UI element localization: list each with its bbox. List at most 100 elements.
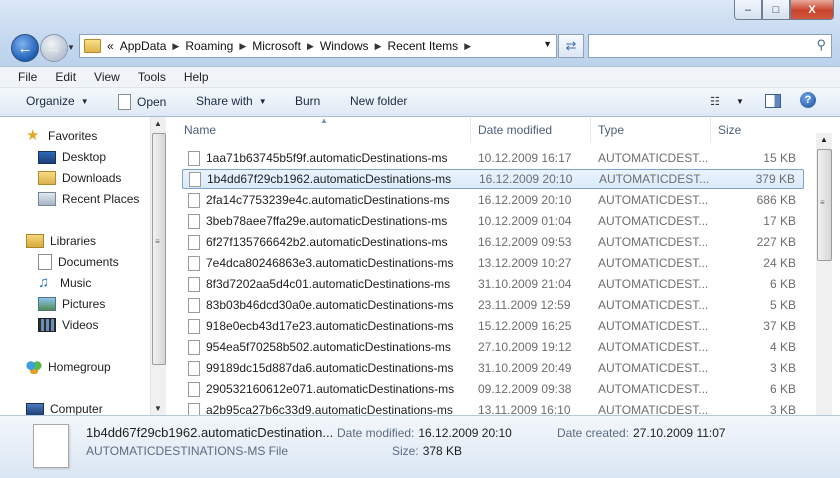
file-size: 4 KB	[769, 340, 796, 354]
file-size: 5 KB	[769, 298, 796, 312]
breadcrumb-roaming[interactable]: Roaming	[185, 39, 233, 53]
table-row[interactable]: 7e4dca80246863e3.automaticDestinations-m…	[182, 253, 804, 273]
breadcrumb-windows[interactable]: Windows	[320, 39, 369, 53]
navigation-pane: ★ Favorites Desktop Downloads Recent Plac…	[0, 117, 150, 416]
computer-icon	[26, 402, 44, 416]
breadcrumb-chevron-icon[interactable]: ▶	[464, 41, 471, 52]
column-header-size[interactable]: Size	[718, 117, 808, 143]
recent-pages-dropdown[interactable]: ▼	[67, 43, 75, 52]
breadcrumb-overflow[interactable]: «	[107, 39, 114, 53]
view-options-icon[interactable]: ☷	[710, 95, 720, 108]
help-icon[interactable]: ?	[800, 92, 816, 108]
file-icon	[188, 192, 200, 208]
nav-downloads-label: Downloads	[62, 171, 122, 185]
burn-button[interactable]: Burn	[295, 94, 320, 108]
new-folder-button[interactable]: New folder	[350, 94, 407, 108]
menu-help[interactable]: Help	[184, 70, 209, 84]
details-pane: 1b4dd67f29cb1962.automaticDestination...…	[0, 415, 840, 478]
documents-icon	[38, 254, 52, 270]
table-row[interactable]: 6f27f135766642b2.automaticDestinations-m…	[182, 232, 804, 252]
navigation-scroll-thumb[interactable]	[152, 133, 166, 365]
menu-view[interactable]: View	[94, 70, 120, 84]
details-file-type: AUTOMATICDESTINATIONS-MS File	[86, 444, 289, 458]
breadcrumb-chevron-icon[interactable]: ▶	[172, 41, 179, 52]
view-options-dropdown-icon[interactable]: ▼	[736, 97, 744, 106]
videos-icon	[38, 318, 56, 332]
homegroup-icon	[26, 360, 42, 374]
breadcrumb-chevron-icon[interactable]: ▶	[375, 41, 382, 52]
nav-homegroup[interactable]: Homegroup	[26, 357, 111, 377]
forward-button[interactable]: →	[40, 34, 68, 62]
breadcrumb-chevron-icon[interactable]: ▶	[307, 41, 314, 52]
scroll-up-icon[interactable]: ▲	[820, 135, 828, 144]
nav-recent-places[interactable]: Recent Places	[38, 189, 139, 209]
column-date-label: Date modified	[478, 123, 553, 137]
table-row[interactable]: 290532160612e071.automaticDestinations-m…	[182, 379, 804, 399]
table-row[interactable]: 954ea5f70258b502.automaticDestinations-m…	[182, 337, 804, 357]
nav-favorites-label: Favorites	[48, 129, 98, 143]
scroll-down-icon[interactable]: ▼	[154, 404, 162, 413]
preview-pane-icon[interactable]	[765, 94, 781, 108]
sort-ascending-icon: ▲	[320, 116, 328, 125]
downloads-folder-icon	[38, 171, 56, 185]
details-size-label: Size:	[392, 444, 419, 458]
file-list-scrollbar[interactable]: ▲ ≡	[816, 133, 832, 415]
document-icon	[118, 94, 131, 110]
address-bar[interactable]: « AppData ▶ Roaming ▶ Microsoft ▶ Window…	[79, 34, 557, 58]
file-name: 7e4dca80246863e3.automaticDestinations-m…	[206, 256, 454, 270]
nav-downloads[interactable]: Downloads	[38, 168, 121, 188]
file-size: 686 KB	[756, 193, 796, 207]
folder-icon	[84, 39, 101, 53]
file-size: 17 KB	[763, 214, 796, 228]
breadcrumb-microsoft[interactable]: Microsoft	[252, 39, 301, 53]
file-date-modified: 16.12.2009 20:10	[478, 193, 572, 207]
navigation-scrollbar[interactable]: ▲ ≡ ▼	[150, 117, 166, 415]
organize-button[interactable]: Organize ▼	[26, 94, 89, 108]
table-row[interactable]: 1aa71b63745b5f9f.automaticDestinations-m…	[182, 148, 804, 168]
open-button[interactable]: Open	[118, 94, 166, 110]
nav-desktop[interactable]: Desktop	[38, 147, 106, 167]
scroll-up-icon[interactable]: ▲	[154, 119, 162, 128]
search-input[interactable]: ⚲	[588, 34, 832, 58]
table-row[interactable]: 918e0ecb43d17e23.automaticDestinations-m…	[182, 316, 804, 336]
file-date-modified: 10.12.2009 01:04	[478, 214, 572, 228]
column-header-date[interactable]: Date modified	[478, 117, 591, 143]
table-row[interactable]: 99189dc15d887da6.automaticDestinations-m…	[182, 358, 804, 378]
menu-tools[interactable]: Tools	[138, 70, 166, 84]
file-name: 3beb78aee7ffa29e.automaticDestinations-m…	[206, 214, 448, 228]
nav-videos[interactable]: Videos	[38, 315, 98, 335]
table-row[interactable]: 8f3d7202aa5d4c01.automaticDestinations-m…	[182, 274, 804, 294]
file-date-modified: 27.10.2009 19:12	[478, 340, 572, 354]
file-type: AUTOMATICDEST...	[598, 193, 709, 207]
table-row[interactable]: 3beb78aee7ffa29e.automaticDestinations-m…	[182, 211, 804, 231]
desktop-icon	[38, 150, 56, 164]
breadcrumb-recent-items[interactable]: Recent Items	[387, 39, 458, 53]
refresh-button[interactable]: ⇄	[558, 34, 584, 58]
back-button[interactable]: ←	[11, 34, 39, 62]
nav-recent-places-label: Recent Places	[62, 192, 140, 206]
maximize-button[interactable]: □	[762, 0, 790, 20]
nav-documents-label: Documents	[58, 255, 119, 269]
column-header-type[interactable]: Type	[598, 117, 711, 143]
table-row[interactable]: 2fa14c7753239e4c.automaticDestinations-m…	[182, 190, 804, 210]
table-row[interactable]: 83b03b46dcd30a0e.automaticDestinations-m…	[182, 295, 804, 315]
nav-music[interactable]: ♫ Music	[38, 273, 91, 293]
details-size-value: 378 KB	[422, 444, 463, 458]
share-with-button[interactable]: Share with ▼	[196, 94, 267, 108]
menu-edit[interactable]: Edit	[55, 70, 76, 84]
table-row[interactable]: 1b4dd67f29cb1962.automaticDestinations-m…	[182, 169, 804, 189]
minimize-button[interactable]: –	[734, 0, 762, 20]
nav-libraries[interactable]: Libraries	[26, 231, 96, 251]
scroll-grip-icon: ≡	[820, 198, 825, 207]
menu-file[interactable]: File	[18, 70, 37, 84]
column-headers: Name Date modified Type Size	[166, 117, 816, 143]
nav-music-label: Music	[60, 276, 92, 290]
close-button[interactable]: X	[790, 0, 834, 20]
breadcrumb-chevron-icon[interactable]: ▶	[239, 41, 246, 52]
breadcrumb-appdata[interactable]: AppData	[120, 39, 167, 53]
address-dropdown-icon[interactable]: ▼	[543, 39, 552, 49]
nav-favorites[interactable]: ★ Favorites	[26, 126, 97, 146]
nav-pictures[interactable]: Pictures	[38, 294, 105, 314]
nav-documents[interactable]: Documents	[38, 252, 119, 272]
file-type: AUTOMATICDEST...	[598, 382, 709, 396]
